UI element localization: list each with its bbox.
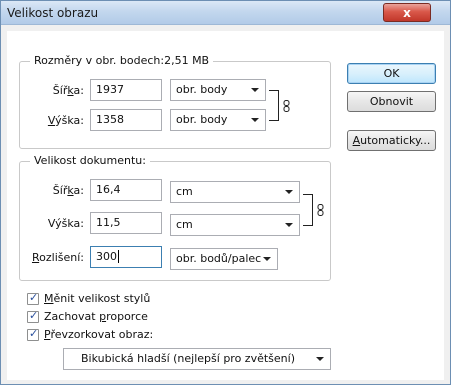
dialog-content: Rozměry v obr. bodech:2,51 MB Šířka: 193… xyxy=(7,31,444,380)
chevron-down-icon xyxy=(285,190,293,194)
link-bracket xyxy=(303,194,313,226)
scale-styles-label: Měnit velikost stylů xyxy=(44,292,151,305)
resample-checkbox[interactable] xyxy=(27,327,39,341)
chain-link-icon xyxy=(317,204,324,216)
chevron-down-icon xyxy=(251,118,259,122)
pixel-height-label: Výška: xyxy=(47,114,84,127)
title-bar[interactable]: Velikost obrazu x xyxy=(1,1,450,25)
pixel-dimensions-group: Rozměry v obr. bodech:2,51 MB Šířka: 193… xyxy=(19,54,331,149)
close-button[interactable]: x xyxy=(383,3,431,22)
resample-method-select[interactable]: Bikubická hladší (nejlepší pro zvětšení) xyxy=(63,348,331,370)
document-size-legend: Velikost dokumentu: xyxy=(30,154,150,167)
doc-height-input[interactable]: 11,5 xyxy=(90,212,162,234)
doc-height-unit-select[interactable]: cm xyxy=(170,214,300,236)
pixel-width-unit-select[interactable]: obr. body xyxy=(170,79,266,101)
chevron-down-icon xyxy=(263,257,271,261)
scale-styles-checkbox[interactable] xyxy=(27,291,39,305)
constrain-proportions-checkbox[interactable] xyxy=(27,309,39,323)
ok-button[interactable]: OK xyxy=(347,63,436,84)
chevron-down-icon xyxy=(285,223,293,227)
doc-width-label: Šířka: xyxy=(52,184,84,197)
dialog-window: Velikost obrazu x Rozměry v obr. bodech:… xyxy=(0,0,451,385)
constrain-proportions-label: Zachovat proporce xyxy=(44,310,148,323)
close-icon: x xyxy=(403,5,411,20)
pixel-width-label: Šířka: xyxy=(52,84,84,97)
pixel-width-input[interactable]: 1937 xyxy=(90,79,162,101)
chevron-down-icon xyxy=(251,88,259,92)
resample-label: Převzorkovat obraz: xyxy=(44,328,154,341)
pixel-height-unit-select[interactable]: obr. body xyxy=(170,109,266,131)
dialog-title: Velikost obrazu xyxy=(7,6,99,20)
chevron-down-icon xyxy=(316,357,324,361)
doc-width-input[interactable]: 16,4 xyxy=(90,179,162,201)
doc-height-label: Výška: xyxy=(47,217,84,230)
resolution-label: Rozlišení: xyxy=(31,251,84,264)
resolution-input[interactable]: 300 xyxy=(90,246,162,268)
document-size-group: Velikost dokumentu: Šířka: 16,4 cm Výška… xyxy=(19,154,331,281)
auto-button[interactable]: Automaticky... xyxy=(347,130,436,151)
doc-width-unit-select[interactable]: cm xyxy=(170,181,300,203)
pixel-dimensions-legend: Rozměry v obr. bodech:2,51 MB xyxy=(30,54,214,67)
reset-button[interactable]: Obnovit xyxy=(347,91,436,112)
link-bracket xyxy=(269,90,279,121)
pixel-height-input[interactable]: 1358 xyxy=(90,109,162,131)
resolution-unit-select[interactable]: obr. bodů/palec xyxy=(170,248,278,270)
chain-link-icon xyxy=(283,100,290,112)
